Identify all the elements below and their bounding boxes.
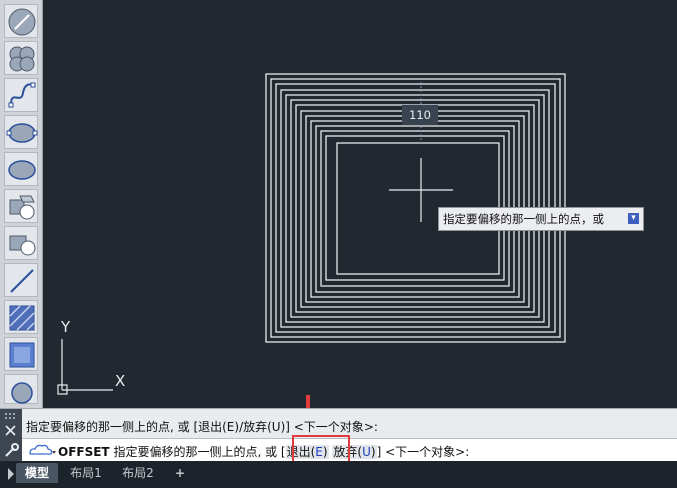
dynamic-input-tooltip: 指定要偏移的那一侧上的点，或 ▾ bbox=[438, 207, 644, 231]
line-tool-button[interactable] bbox=[4, 4, 38, 38]
gradient-tool-icon bbox=[9, 342, 35, 368]
cloud-tool-button[interactable] bbox=[4, 41, 38, 75]
region-tool-button[interactable] bbox=[4, 374, 38, 404]
bracket-close: ] bbox=[376, 445, 382, 459]
hatch-tool-button[interactable] bbox=[4, 300, 38, 334]
tab-layout1[interactable]: 布局1 bbox=[62, 463, 110, 483]
draw-toolbar bbox=[0, 0, 43, 408]
block-insert-button[interactable] bbox=[4, 189, 38, 223]
spline-tool-button[interactable] bbox=[4, 78, 38, 112]
command-line-handle[interactable] bbox=[0, 409, 22, 462]
dynamic-dimension-input[interactable]: 110 bbox=[402, 105, 438, 125]
tooltip-text: 指定要偏移的那一侧上的点，或 bbox=[443, 212, 604, 226]
command-history-line: 指定要偏移的那一侧上的点, 或 [退出(E)/放弃(U)] <下一个对象>: bbox=[26, 420, 378, 434]
block-create-icon bbox=[9, 235, 36, 256]
ellipse-tool-button[interactable] bbox=[4, 115, 38, 149]
ucs-y-label: Y bbox=[60, 318, 71, 336]
drawing-canvas[interactable]: Y X bbox=[43, 0, 677, 426]
annotation-arrow bbox=[300, 395, 316, 426]
tab-add-button[interactable]: + bbox=[168, 463, 192, 483]
tab-model[interactable]: 模型 bbox=[16, 463, 58, 483]
hatch-tool-icon bbox=[9, 305, 35, 331]
ellipse2-tool-icon bbox=[8, 160, 36, 180]
layout-tabs: 模型 布局1 布局2 + bbox=[0, 461, 677, 488]
drawing-svg: Y X bbox=[57, 73, 566, 426]
grip-icon bbox=[5, 413, 15, 419]
ucs-icon bbox=[57, 339, 113, 395]
block-create-button[interactable] bbox=[4, 226, 38, 260]
wrench-icon[interactable] bbox=[5, 443, 19, 457]
command-prompt: OFFSET 指定要偏移的那一侧上的点, 或 [退出(E) 放弃(U)] <下一… bbox=[58, 443, 469, 460]
gradient-tool-button[interactable] bbox=[4, 337, 38, 371]
spline-tool-icon bbox=[8, 82, 36, 108]
xline-tool-icon bbox=[10, 269, 34, 293]
block-insert-icon bbox=[9, 195, 35, 220]
ellipse2-tool-button[interactable] bbox=[4, 152, 38, 186]
command-prompt-text: 指定要偏移的那一侧上的点, 或 bbox=[113, 445, 278, 459]
command-name: OFFSET bbox=[58, 445, 110, 459]
tab-layout2[interactable]: 布局2 bbox=[114, 463, 162, 483]
region-tool-icon bbox=[11, 382, 33, 404]
command-suffix: <下一个对象>: bbox=[385, 445, 470, 459]
bracket-open: [ bbox=[280, 445, 286, 459]
line-tool-icon bbox=[8, 8, 36, 36]
command-cloud-icon[interactable] bbox=[26, 440, 56, 460]
dropdown-arrow-icon[interactable]: ▾ bbox=[628, 213, 639, 224]
ucs-x-label: X bbox=[115, 372, 125, 390]
close-icon[interactable] bbox=[5, 425, 16, 436]
ellipse-tool-icon bbox=[6, 123, 38, 143]
xline-tool-button[interactable] bbox=[4, 263, 38, 297]
cloud-tool-icon bbox=[9, 46, 35, 72]
